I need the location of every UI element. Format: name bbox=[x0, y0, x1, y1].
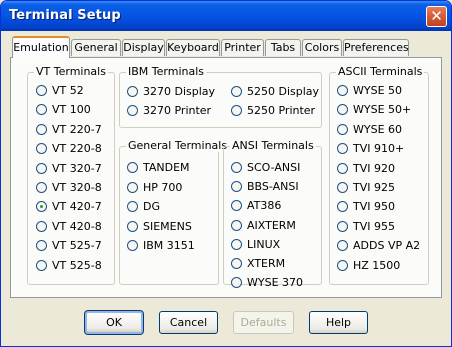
tab-tabs[interactable]: Tabs bbox=[265, 39, 301, 56]
radio-label: 5250 Printer bbox=[247, 104, 316, 117]
radio-circle bbox=[36, 220, 47, 232]
radio-selected-dot bbox=[40, 205, 43, 209]
radio-label: LINUX bbox=[247, 237, 281, 251]
radio-label: VT 52 bbox=[52, 84, 84, 97]
window-title: Terminal Setup bbox=[9, 8, 121, 23]
radio-label: TVI 920 bbox=[353, 161, 395, 175]
radio-circle bbox=[231, 258, 242, 269]
ok-button[interactable]: OK bbox=[84, 310, 144, 335]
radio-circle bbox=[337, 259, 348, 271]
radio-label: HP 700 bbox=[143, 180, 183, 194]
radio-circle bbox=[127, 201, 138, 212]
radio-circle bbox=[231, 162, 242, 173]
radio-circle bbox=[127, 181, 138, 193]
tab-display[interactable]: Display bbox=[122, 39, 165, 56]
radio-circle bbox=[337, 220, 348, 232]
radio-label: TVI 950 bbox=[353, 200, 395, 214]
tab-emulation[interactable]: Emulation bbox=[12, 36, 70, 58]
radio-circle bbox=[36, 259, 47, 271]
radio-label: VT 525-8 bbox=[52, 258, 102, 272]
radio-circle bbox=[36, 123, 47, 135]
radio-label: TVI 955 bbox=[353, 219, 395, 233]
defaults-button[interactable]: Defaults bbox=[233, 311, 294, 334]
radio-label: 3270 Printer bbox=[143, 104, 212, 117]
radio-label: VT 525-7 bbox=[52, 239, 102, 253]
radio-label: VT 320-8 bbox=[52, 181, 102, 194]
emulation-panel: VT Terminals IBM Terminals General Termi… bbox=[10, 57, 442, 298]
radio-label: DG bbox=[143, 200, 160, 213]
tab-general[interactable]: General bbox=[71, 39, 121, 56]
radio-label: VT 320-7 bbox=[52, 161, 102, 175]
radio-label: TANDEM bbox=[143, 161, 190, 174]
radio-label: WYSE 370 bbox=[247, 276, 304, 290]
radio-circle bbox=[231, 86, 242, 97]
radio-label: ADDS VP A2 bbox=[353, 239, 421, 253]
radio-label: VT 420-8 bbox=[52, 219, 102, 233]
radio-label: 3270 Display bbox=[143, 85, 216, 98]
radio-label: VT 220-7 bbox=[52, 122, 102, 136]
radio-circle bbox=[127, 220, 138, 232]
radio-label: WYSE 60 bbox=[353, 122, 403, 136]
radio-label: WYSE 50+ bbox=[353, 103, 412, 117]
title-bar[interactable]: Terminal Setup ✕ bbox=[1, 1, 451, 31]
general-terminals-title: General Terminals bbox=[126, 139, 230, 152]
radio-label: VT 100 bbox=[52, 103, 91, 117]
radio-label: SIEMENS bbox=[143, 219, 192, 233]
radio-circle bbox=[231, 105, 242, 116]
help-button[interactable]: Help bbox=[309, 311, 368, 334]
close-button[interactable]: ✕ bbox=[426, 6, 447, 27]
radio-label: VT 220-8 bbox=[52, 142, 102, 156]
radio-label: TVI 910+ bbox=[353, 142, 405, 156]
radio-label: XTERM bbox=[247, 257, 286, 270]
radio-label: VT 420-7 bbox=[52, 200, 102, 214]
radio-circle bbox=[127, 162, 138, 173]
radio-circle bbox=[36, 182, 47, 193]
radio-circle bbox=[337, 123, 348, 135]
tab-colors[interactable]: Colors bbox=[302, 39, 342, 56]
ibm-terminals-group: IBM Terminals bbox=[119, 65, 322, 128]
ansi-terminals-title: ANSI Terminals bbox=[230, 139, 316, 152]
radio-circle bbox=[337, 182, 348, 193]
vt-terminals-title: VT Terminals bbox=[34, 65, 108, 78]
radio-label: HZ 1500 bbox=[353, 258, 401, 272]
radio-circle bbox=[36, 85, 47, 96]
radio-label: TVI 925 bbox=[353, 181, 395, 194]
radio-circle bbox=[337, 162, 348, 174]
tab-printer[interactable]: Printer bbox=[221, 39, 264, 56]
radio-circle bbox=[127, 240, 138, 251]
radio-label: AIXTERM bbox=[247, 218, 296, 232]
radio-circle bbox=[127, 86, 138, 97]
radio-label: BBS-ANSI bbox=[247, 180, 299, 194]
terminal-setup-dialog: Terminal Setup ✕ Emulation General Displ… bbox=[0, 0, 452, 347]
radio-label: WYSE 50 bbox=[353, 84, 403, 97]
radio-circle bbox=[231, 219, 242, 231]
radio-label: SCO-ANSI bbox=[247, 161, 301, 174]
radio-circle bbox=[36, 162, 47, 174]
cancel-button[interactable]: Cancel bbox=[159, 311, 218, 334]
radio-label: 5250 Display bbox=[247, 85, 320, 98]
ibm-terminals-title: IBM Terminals bbox=[126, 65, 206, 78]
radio-circle bbox=[231, 277, 242, 289]
radio-label: IBM 3151 bbox=[143, 239, 195, 252]
tab-preferences[interactable]: Preferences bbox=[343, 39, 409, 56]
tab-keyboard[interactable]: Keyboard bbox=[166, 39, 220, 56]
radio-circle bbox=[337, 85, 348, 96]
radio-circle bbox=[127, 105, 138, 116]
radio-label: AT386 bbox=[247, 199, 282, 213]
radio-circle bbox=[231, 238, 242, 250]
close-icon: ✕ bbox=[430, 7, 443, 25]
ascii-terminals-title: ASCII Terminals bbox=[336, 65, 425, 78]
